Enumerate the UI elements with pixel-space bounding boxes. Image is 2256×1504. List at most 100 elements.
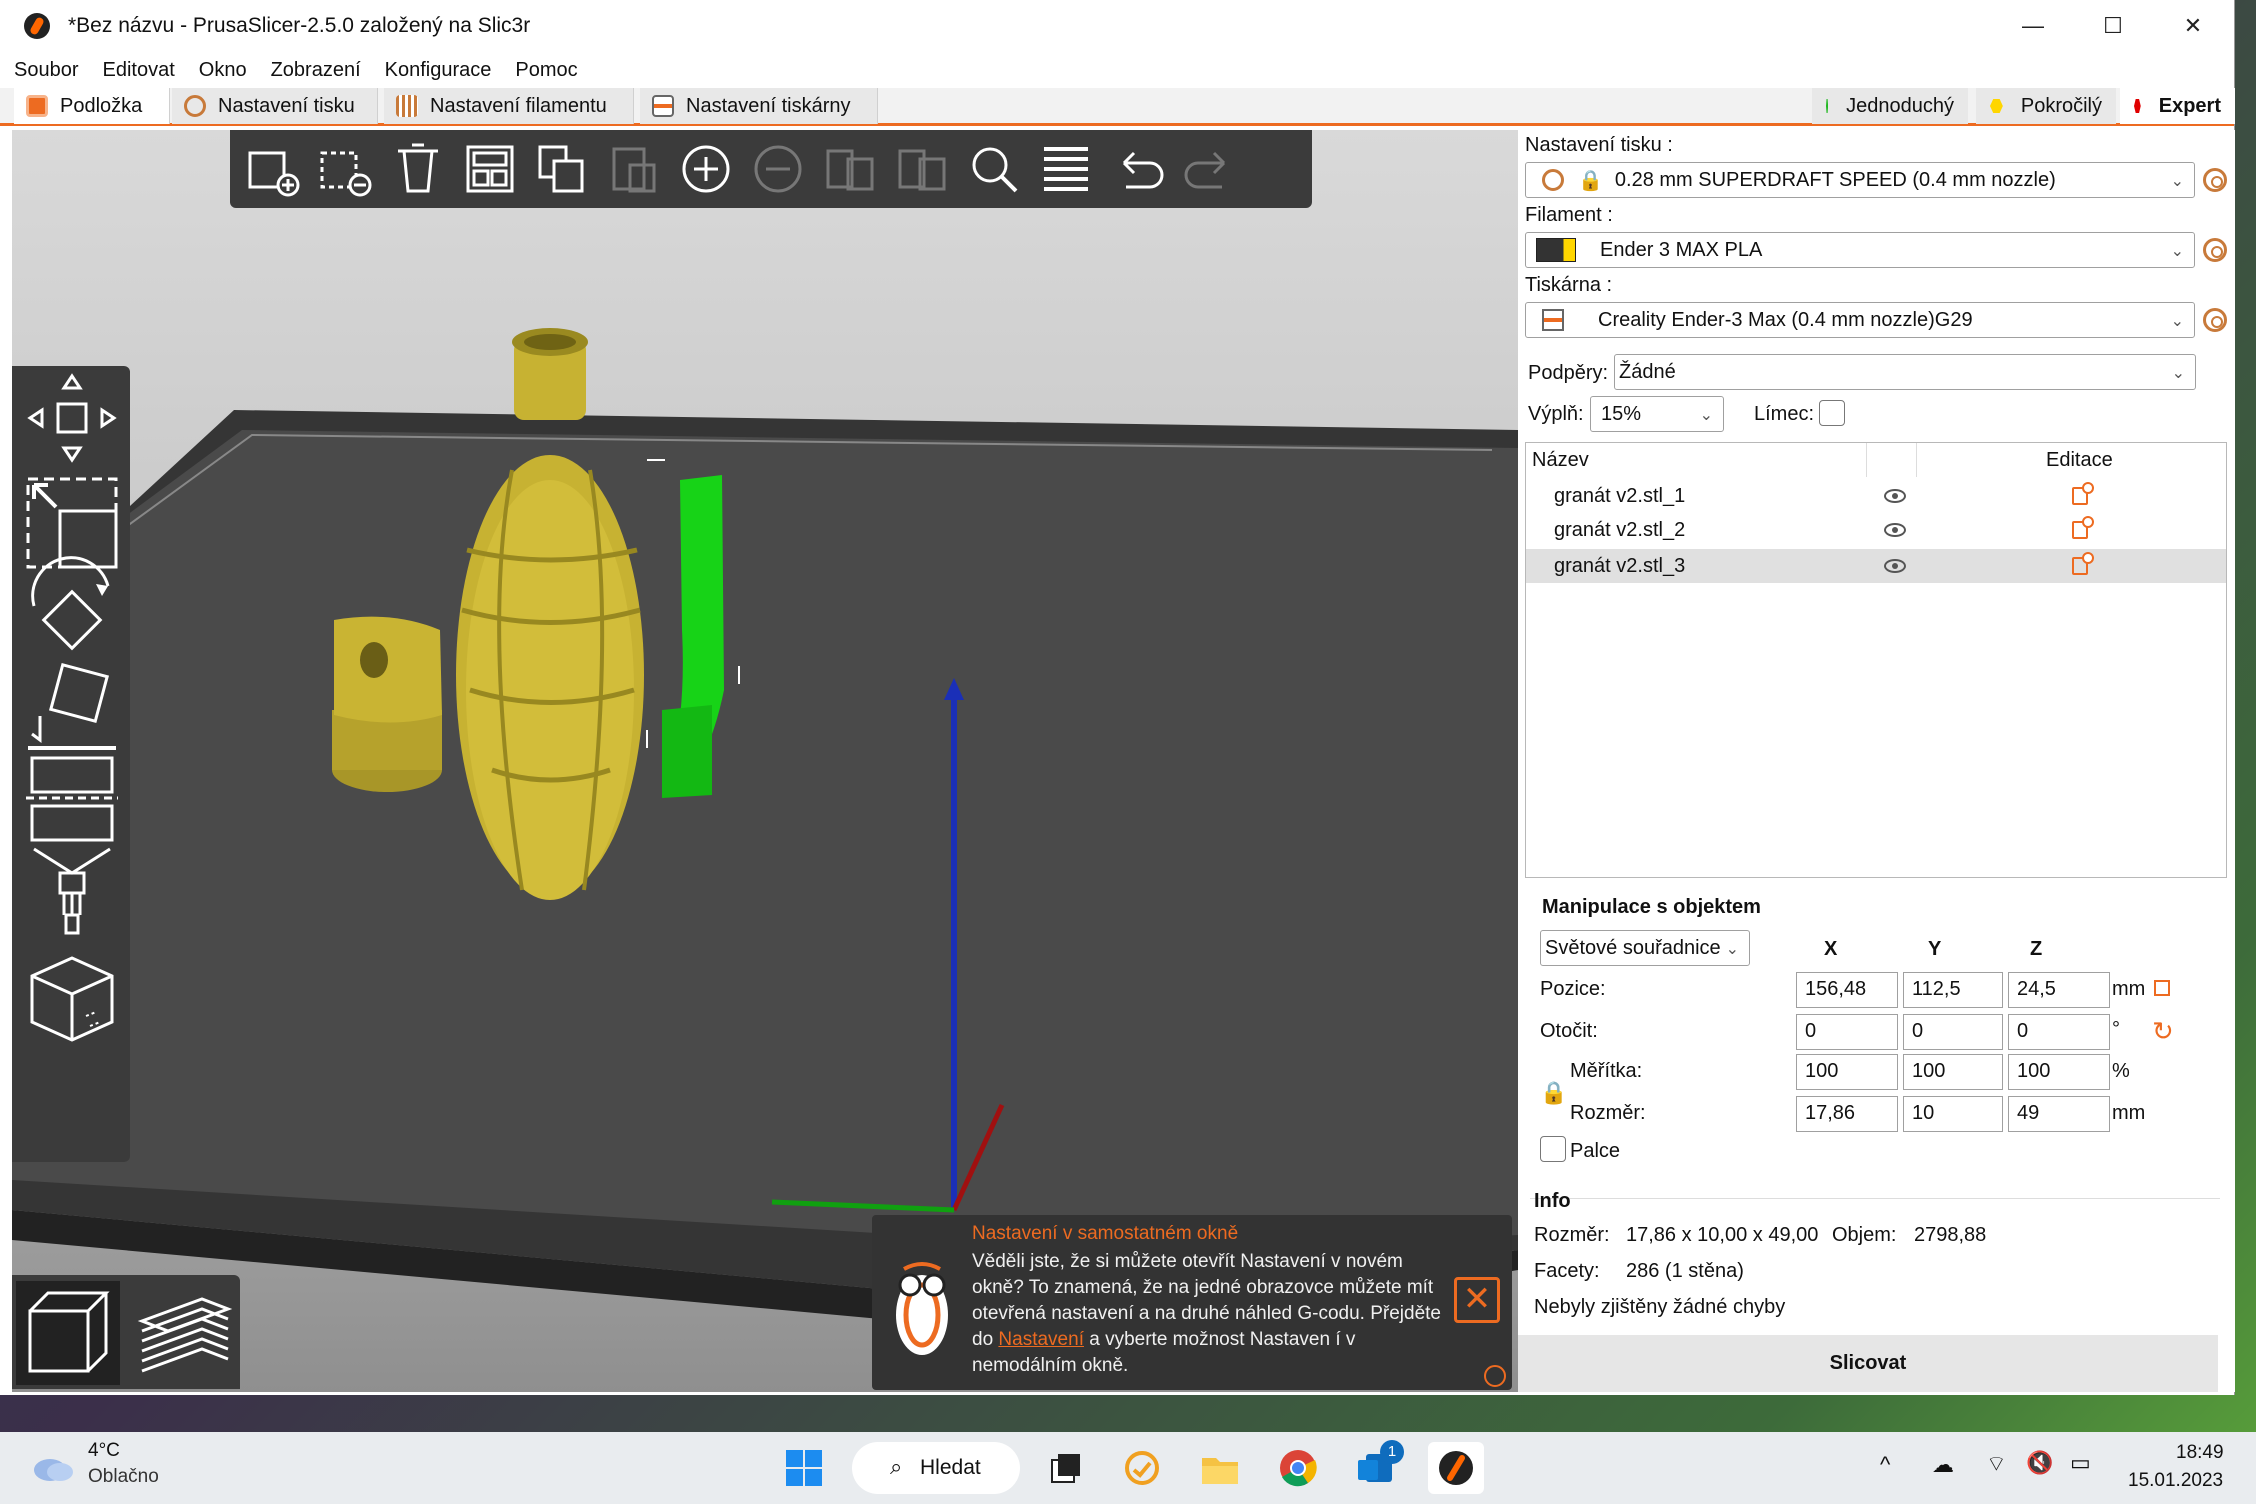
rotate-y-input[interactable]: 0	[1903, 1014, 2003, 1050]
object-row[interactable]: granát v2.stl_1	[1526, 479, 2226, 513]
size-x-input[interactable]: 17,86	[1796, 1096, 1898, 1132]
clock-date[interactable]: 15.01.2023	[2128, 1470, 2223, 1492]
supports-value: Žádné	[1619, 360, 1676, 383]
eye-icon[interactable]	[1884, 559, 1906, 573]
rotate-x-input[interactable]: 0	[1796, 1014, 1898, 1050]
object-row-selected[interactable]: granát v2.stl_3	[1526, 549, 2226, 583]
chrome-icon[interactable]	[1274, 1444, 1322, 1492]
menu-edit[interactable]: Editovat	[103, 59, 175, 82]
minimize-button[interactable]: —	[1993, 0, 2073, 52]
drop-to-bed-icon[interactable]	[2154, 980, 2170, 996]
print-settings-gear-icon[interactable]	[2203, 168, 2227, 192]
eye-icon[interactable]	[1884, 489, 1906, 503]
rotate-z-input[interactable]: 0	[2008, 1014, 2110, 1050]
clock-time[interactable]: 18:49	[2176, 1442, 2224, 1464]
prusaslicer-logo-icon	[24, 13, 50, 39]
position-x-input[interactable]: 156,48	[1796, 972, 1898, 1008]
wifi-icon[interactable]: ⌔	[1986, 1450, 2007, 1478]
3d-view-icon[interactable]	[16, 1281, 120, 1385]
menu-view[interactable]: Zobrazení	[271, 59, 361, 82]
scale-z-input[interactable]: 100	[2008, 1054, 2110, 1090]
edit-icon[interactable]	[2072, 516, 2094, 539]
weather-desc[interactable]: Oblačno	[88, 1466, 159, 1488]
tab-filament-settings[interactable]: Nastavení filamentu	[384, 88, 634, 124]
move-icon[interactable]	[20, 366, 124, 470]
arrange-icon[interactable]	[460, 138, 520, 200]
menu-help[interactable]: Pomoc	[515, 59, 577, 82]
eye-icon[interactable]	[1884, 523, 1906, 537]
onedrive-icon[interactable]: ☁	[1932, 1452, 1954, 1478]
coordinates-combo[interactable]: Světové souřadnice ⌄	[1540, 930, 1750, 966]
copy-icon[interactable]	[532, 138, 592, 200]
info-volume-value: 2798,88	[1914, 1224, 1987, 1246]
tab-print-settings[interactable]: Nastavení tisku	[172, 88, 378, 124]
task-view-icon[interactable]	[1042, 1444, 1090, 1492]
part-grenade	[456, 328, 644, 900]
supports-combo[interactable]: Žádné ⌄	[1614, 354, 2196, 390]
prusaslicer-taskbar-icon[interactable]	[1428, 1442, 1484, 1494]
slice-button[interactable]: Slicovat	[1518, 1335, 2218, 1392]
battery-icon[interactable]: ▭	[2070, 1450, 2091, 1476]
object-row[interactable]: granát v2.stl_2	[1526, 513, 2226, 547]
menu-window[interactable]: Okno	[199, 59, 247, 82]
outlook-icon[interactable]: 1	[1352, 1440, 1404, 1492]
mode-simple-button[interactable]: Jednoduchý	[1812, 88, 1968, 124]
info-errors: Nebyly zjištěny žádné chyby	[1534, 1296, 1786, 1318]
menu-file[interactable]: Soubor	[14, 59, 79, 82]
infill-combo[interactable]: 15% ⌄	[1590, 396, 1724, 432]
size-y-input[interactable]: 10	[1903, 1096, 2003, 1132]
file-explorer-icon[interactable]	[1196, 1444, 1244, 1492]
add-instance-icon[interactable]	[676, 138, 736, 200]
scale-y-input[interactable]: 100	[1903, 1054, 2003, 1090]
edit-icon[interactable]	[2072, 482, 2094, 505]
place-on-face-icon[interactable]	[20, 656, 124, 760]
3d-viewport[interactable]: Nastavení v samostatném okně Věděli jste…	[12, 130, 1518, 1392]
volume-muted-icon[interactable]: 🔇	[2026, 1450, 2053, 1476]
maximize-button[interactable]: ☐	[2073, 0, 2153, 52]
delete-all-icon[interactable]	[388, 138, 448, 200]
column-edit-header: Editace	[2046, 449, 2113, 471]
edit-icon[interactable]	[2072, 552, 2094, 575]
lock-icon[interactable]: 🔒	[1540, 1080, 1567, 1106]
print-preset-combo[interactable]: 🔒 0.28 mm SUPERDRAFT SPEED (0.4 mm nozzl…	[1525, 162, 2195, 198]
tab-printer-settings[interactable]: Nastavení tiskárny	[640, 88, 878, 124]
close-button[interactable]: ✕	[2153, 0, 2233, 52]
position-y-input[interactable]: 112,5	[1903, 972, 2003, 1008]
add-icon[interactable]	[244, 138, 304, 200]
reset-rotation-icon[interactable]: ↻	[2152, 1016, 2174, 1047]
paint-supports-icon[interactable]	[20, 841, 124, 945]
view-mode-toolbar	[12, 1275, 240, 1389]
filament-gear-icon[interactable]	[2203, 238, 2227, 262]
scale-x-input[interactable]: 100	[1796, 1054, 1898, 1090]
view-cube-icon[interactable]	[20, 946, 124, 1050]
undo-icon[interactable]	[1108, 138, 1168, 200]
filament-preset-combo[interactable]: Ender 3 MAX PLA ⌄	[1525, 232, 2195, 268]
tab-filament-label: Nastavení filamentu	[430, 94, 607, 117]
mode-advanced-button[interactable]: Pokročilý	[1976, 88, 2116, 124]
size-z-input[interactable]: 49	[2008, 1096, 2110, 1132]
hint-settings-icon[interactable]	[1484, 1365, 1506, 1387]
taskbar-search[interactable]: ⌕ Hledat	[852, 1442, 1020, 1494]
mode-expert-button[interactable]: Expert	[2120, 88, 2235, 124]
rotate-icon[interactable]	[20, 556, 124, 660]
delete-icon[interactable]	[316, 138, 376, 200]
brim-checkbox[interactable]	[1819, 400, 1845, 426]
weather-temp[interactable]: 4°C	[88, 1440, 120, 1462]
hint-settings-link[interactable]: Nastavení	[998, 1329, 1084, 1350]
start-icon[interactable]	[780, 1444, 828, 1492]
chevron-up-icon[interactable]: ^	[1880, 1452, 1890, 1478]
preview-layers-icon[interactable]	[132, 1281, 236, 1385]
layers-editing-icon[interactable]	[1036, 138, 1096, 200]
inches-checkbox[interactable]	[1540, 1136, 1566, 1162]
info-volume-label: Objem:	[1832, 1224, 1897, 1246]
app-orange-icon[interactable]	[1118, 1444, 1166, 1492]
menu-configuration[interactable]: Konfigurace	[385, 59, 492, 82]
printer-preset-combo[interactable]: Creality Ender-3 Max (0.4 mm nozzle)G29 …	[1525, 302, 2195, 338]
printer-gear-icon[interactable]	[2203, 308, 2227, 332]
cut-icon[interactable]	[20, 746, 124, 850]
top-toolbar	[230, 130, 1312, 208]
search-icon[interactable]	[964, 138, 1024, 200]
hint-close-button[interactable]: ✕	[1454, 1277, 1500, 1323]
position-z-input[interactable]: 24,5	[2008, 972, 2110, 1008]
tab-plater[interactable]: Podložka	[14, 88, 170, 124]
